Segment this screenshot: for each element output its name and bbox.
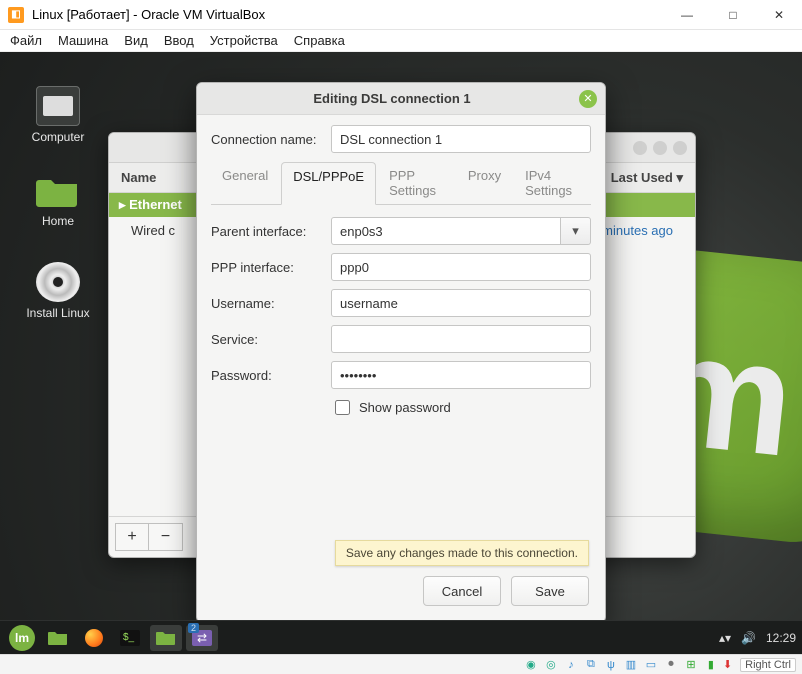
vb-menubar: Файл Машина Вид Ввод Устройства Справка [0,30,802,52]
service-input[interactable] [331,325,591,353]
minimize-button[interactable]: — [664,0,710,30]
taskbar-window-network-connections[interactable]: 2 ⇄ [186,625,218,651]
section-label: ▸ Ethernet [119,197,182,212]
service-label: Service: [211,332,331,347]
tab-ppp-settings[interactable]: PPP Settings [378,162,455,205]
menu-input[interactable]: Ввод [164,33,194,48]
desktop-icon-label: Install Linux [26,306,89,320]
status-display-icon[interactable]: ▭ [643,658,659,672]
show-password-checkbox[interactable] [335,400,350,415]
desktop-icon-label: Home [42,214,74,228]
mint-menu-icon: lm [9,625,35,651]
menu-devices[interactable]: Устройства [210,33,278,48]
dlg-tabs: General DSL/PPPoE PPP Settings Proxy IPv… [211,161,591,205]
disc-icon [36,262,80,302]
firefox-icon [85,629,103,647]
maximize-button[interactable]: □ [710,0,756,30]
computer-icon [36,86,80,126]
status-optical-icon[interactable]: ◉ [523,658,539,672]
nc-close-button[interactable] [673,141,687,155]
parent-interface-label: Parent interface: [211,224,331,239]
status-hdd-icon[interactable]: ◎ [543,658,559,672]
desktop-icon-install[interactable]: Install Linux [18,262,98,320]
save-tooltip: Save any changes made to this connection… [335,540,589,566]
network-tray-icon[interactable]: ▴▾ [719,631,731,645]
desktop-icon-home[interactable]: Home [18,170,98,228]
taskbar-firefox[interactable] [78,625,110,651]
menu-help[interactable]: Справка [294,33,345,48]
dlg-actions: Save any changes made to this connection… [197,562,605,622]
connection-name-label: Connection name: [211,132,331,147]
volume-tray-icon[interactable]: 🔊 [741,631,756,645]
tab-general[interactable]: General [211,162,279,205]
ppp-interface-label: PPP interface: [211,260,331,275]
tab-ipv4-settings[interactable]: IPv4 Settings [514,162,591,205]
save-button[interactable]: Save [511,576,589,606]
edit-connection-dialog: Editing DSL connection 1 ✕ Connection na… [196,82,606,623]
guest-desktop: Computer Home Install Linux Name Last Us… [0,52,802,654]
vb-titlebar: ◧ Linux [Работает] - Oracle VM VirtualBo… [0,0,802,30]
nc-minimize-button[interactable] [633,141,647,155]
parent-interface-dropdown[interactable]: ▾ [561,217,591,245]
desktop-icon-computer[interactable]: Computer [18,86,98,144]
connection-last-used: minutes ago [602,223,673,238]
dlg-close-button[interactable]: ✕ [579,90,597,108]
remove-connection-button[interactable]: − [149,523,183,551]
menu-machine[interactable]: Машина [58,33,108,48]
virtualbox-icon: ◧ [8,7,24,23]
status-cpu-icon[interactable]: ⊞ [683,658,699,672]
status-shared-folder-icon[interactable]: ▥ [623,658,639,672]
taskbar-terminal[interactable]: $_ [114,625,146,651]
status-record-icon[interactable]: ⏺ [663,658,679,672]
status-usb-icon[interactable]: ψ [603,658,619,672]
chevron-down-icon: ▾ [572,223,579,239]
taskbar-files[interactable] [42,625,74,651]
column-last-used[interactable]: Last Used ▾ [611,170,683,186]
home-folder-icon [36,170,80,210]
status-network-icon[interactable]: ⧉ [583,658,599,672]
cancel-button[interactable]: Cancel [423,576,501,606]
show-password-label: Show password [359,400,451,415]
status-audio-icon[interactable]: ♪ [563,658,579,672]
vb-window-title: Linux [Работает] - Oracle VM VirtualBox [32,7,664,22]
guest-taskbar: lm $_ 2 ⇄ ▴▾ 🔊 12:29 [0,620,802,654]
nc-maximize-button[interactable] [653,141,667,155]
status-mouse-icon[interactable]: ▮ [703,658,719,672]
host-key-label[interactable]: Right Ctrl [740,658,796,672]
vb-statusbar: ◉ ◎ ♪ ⧉ ψ ▥ ▭ ⏺ ⊞ ▮ ⬇ Right Ctrl [0,654,802,674]
menu-file[interactable]: Файл [10,33,42,48]
connection-name-input[interactable] [331,125,591,153]
desktop-icon-label: Computer [32,130,85,144]
username-input[interactable] [331,289,591,317]
add-connection-button[interactable]: + [115,523,149,551]
username-label: Username: [211,296,331,311]
taskbar-clock[interactable]: 12:29 [766,631,796,645]
ppp-interface-input[interactable] [331,253,591,281]
taskbar-window-filemanager[interactable] [150,625,182,651]
window-count-badge: 2 [188,623,199,633]
parent-interface-input[interactable] [331,217,561,245]
password-input[interactable] [331,361,591,389]
tab-dsl-pppoe[interactable]: DSL/PPPoE [281,162,376,205]
tab-proxy[interactable]: Proxy [457,162,512,205]
terminal-icon: $_ [120,630,140,646]
mint-menu-button[interactable]: lm [6,625,38,651]
dlg-titlebar[interactable]: Editing DSL connection 1 ✕ [197,83,605,115]
hostkey-indicator-icon: ⬇ [723,658,732,671]
dlg-title: Editing DSL connection 1 [205,91,579,106]
close-button[interactable]: ✕ [756,0,802,30]
password-label: Password: [211,368,331,383]
menu-view[interactable]: Вид [124,33,148,48]
